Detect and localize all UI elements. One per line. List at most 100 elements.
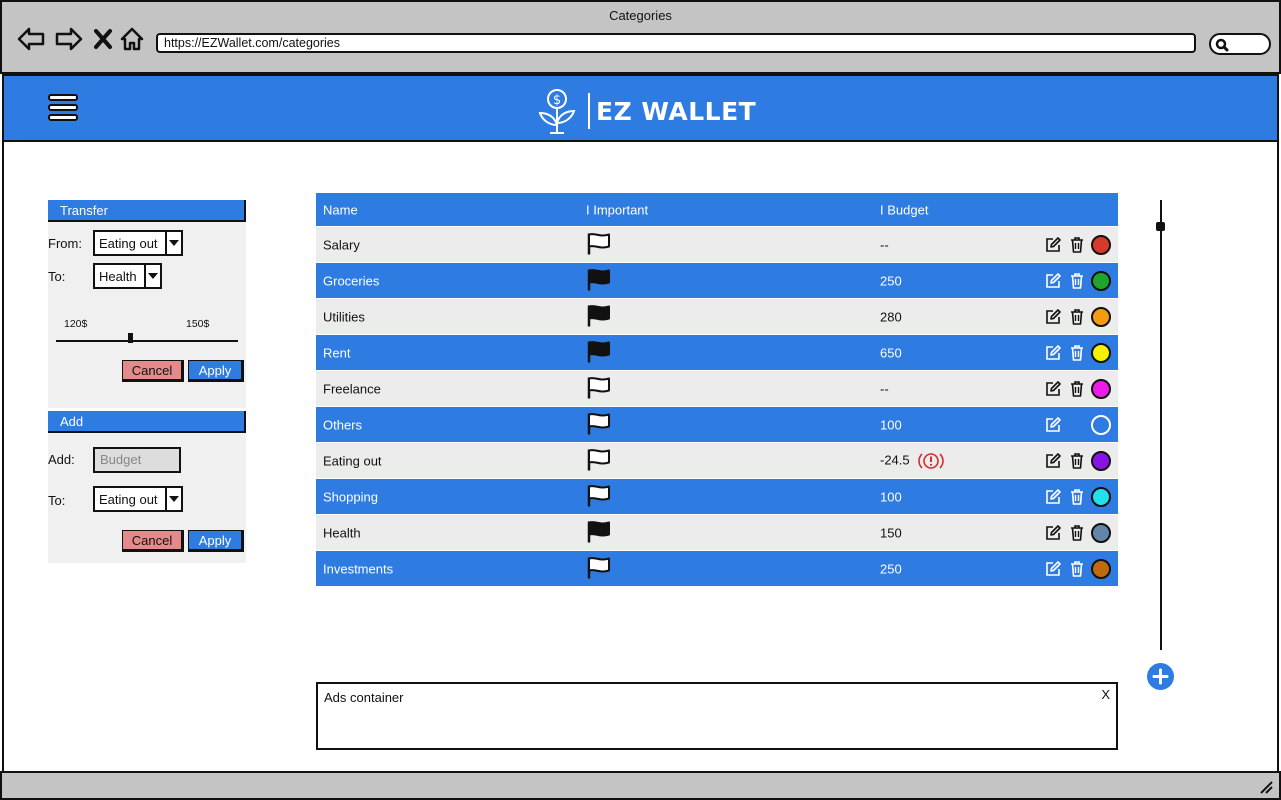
edit-icon[interactable] <box>1043 235 1063 255</box>
flag-filled-icon[interactable] <box>586 303 612 330</box>
category-name: Health <box>323 525 361 540</box>
row-actions <box>1043 522 1111 543</box>
color-swatch[interactable] <box>1091 558 1111 579</box>
flag-outline-icon[interactable] <box>586 555 612 582</box>
add-cancel-button[interactable]: Cancel <box>122 530 184 552</box>
table-row[interactable]: Salary -- <box>316 227 1118 262</box>
ads-label: Ads container <box>324 690 404 705</box>
table-row[interactable]: Others 100 <box>316 407 1118 442</box>
flag-filled-icon[interactable] <box>586 339 612 366</box>
edit-icon[interactable] <box>1043 451 1063 471</box>
category-name: Investments <box>323 561 394 576</box>
edit-icon[interactable] <box>1043 523 1063 543</box>
column-header-budget[interactable]: I Budget <box>880 202 928 217</box>
window-title: Categories <box>609 8 672 23</box>
table-row[interactable]: Investments 250 <box>316 551 1118 586</box>
row-actions <box>1043 414 1111 435</box>
color-swatch[interactable] <box>1091 522 1111 543</box>
color-swatch[interactable] <box>1091 270 1111 291</box>
table-row[interactable]: Freelance -- <box>316 371 1118 406</box>
edit-icon[interactable] <box>1043 307 1063 327</box>
table-row[interactable]: Rent 650 <box>316 335 1118 370</box>
forward-arrow-icon[interactable] <box>54 24 84 54</box>
add-apply-button[interactable]: Apply <box>188 530 244 552</box>
table-row[interactable]: Utilities 280 <box>316 299 1118 334</box>
delete-icon[interactable] <box>1067 343 1087 363</box>
edit-icon[interactable] <box>1043 271 1063 291</box>
flag-filled-icon[interactable] <box>586 267 612 294</box>
table-row[interactable]: Shopping 100 <box>316 479 1118 514</box>
vertical-scrollbar[interactable] <box>1160 200 1162 650</box>
color-swatch[interactable] <box>1091 306 1111 327</box>
edit-icon[interactable] <box>1043 559 1063 579</box>
delete-icon[interactable] <box>1067 559 1087 579</box>
table-header: Name I Important I Budget <box>316 193 1118 226</box>
delete-icon[interactable] <box>1067 523 1087 543</box>
ads-close-button[interactable]: X <box>1101 687 1110 702</box>
color-swatch[interactable] <box>1091 414 1111 435</box>
color-swatch[interactable] <box>1091 486 1111 507</box>
flag-outline-icon[interactable] <box>586 411 612 438</box>
stop-x-icon[interactable] <box>88 24 118 54</box>
transfer-apply-button[interactable]: Apply <box>188 360 244 382</box>
category-name: Salary <box>323 237 360 252</box>
flag-outline-icon[interactable] <box>586 375 612 402</box>
budget-cell: -- <box>880 381 889 396</box>
hamburger-menu-icon[interactable] <box>48 94 78 124</box>
table-row[interactable]: Eating out -24.5 <box>316 443 1118 478</box>
table-row[interactable]: Health 150 <box>316 515 1118 550</box>
budget-value: 150 <box>880 525 902 540</box>
budget-input[interactable]: Budget <box>93 447 181 473</box>
column-header-name[interactable]: Name <box>323 202 358 217</box>
logo-text: EZ WALLET <box>596 96 757 126</box>
category-name: Others <box>323 417 363 432</box>
flag-outline-icon[interactable] <box>586 447 612 474</box>
delete-icon[interactable] <box>1067 271 1087 291</box>
flag-outline-icon[interactable] <box>586 483 612 510</box>
resize-grip-icon[interactable] <box>1259 780 1273 794</box>
back-arrow-icon[interactable] <box>16 24 46 54</box>
transfer-cancel-button[interactable]: Cancel <box>122 360 184 382</box>
add-category-button[interactable] <box>1147 663 1174 690</box>
transfer-from-select[interactable]: Eating out <box>93 230 183 256</box>
slider-handle[interactable] <box>128 333 133 343</box>
chevron-down-icon <box>165 488 181 510</box>
delete-icon[interactable] <box>1067 235 1087 255</box>
home-icon[interactable] <box>117 24 147 54</box>
edit-icon[interactable] <box>1043 379 1063 399</box>
color-swatch[interactable] <box>1091 342 1111 363</box>
scrollbar-thumb[interactable] <box>1156 222 1165 231</box>
add-label: Add: <box>48 452 75 467</box>
edit-icon[interactable] <box>1043 487 1063 507</box>
budget-cell: 250 <box>880 561 902 576</box>
budget-cell: -- <box>880 237 889 252</box>
delete-icon[interactable] <box>1067 487 1087 507</box>
category-name: Groceries <box>323 273 380 288</box>
color-swatch[interactable] <box>1091 234 1111 255</box>
delete-icon[interactable] <box>1067 379 1087 399</box>
flag-filled-icon[interactable] <box>586 519 612 546</box>
transfer-to-select[interactable]: Health <box>93 263 162 289</box>
browser-search-field[interactable] <box>1209 33 1271 55</box>
transfer-panel: Transfer From: Eating out To: Health 120… <box>48 200 246 408</box>
color-swatch[interactable] <box>1091 450 1111 471</box>
color-swatch[interactable] <box>1091 378 1111 399</box>
edit-icon[interactable] <box>1043 415 1063 435</box>
add-to-select[interactable]: Eating out <box>93 486 183 512</box>
budget-cell: 100 <box>880 417 902 432</box>
row-actions <box>1043 558 1111 579</box>
delete-icon[interactable] <box>1067 451 1087 471</box>
table-row[interactable]: Groceries 250 <box>316 263 1118 298</box>
category-name: Rent <box>323 345 351 360</box>
delete-icon[interactable] <box>1067 307 1087 327</box>
column-header-important[interactable]: I Important <box>586 202 648 217</box>
budget-value: -- <box>880 237 889 252</box>
app-header: $ EZ WALLET <box>2 74 1279 142</box>
flag-outline-icon[interactable] <box>586 231 612 258</box>
amount-slider[interactable] <box>56 340 238 342</box>
budget-value: 100 <box>880 417 902 432</box>
url-bar[interactable]: https://EZWallet.com/categories <box>156 33 1196 53</box>
budget-cell: 280 <box>880 309 902 324</box>
row-actions <box>1043 270 1111 291</box>
edit-icon[interactable] <box>1043 343 1063 363</box>
